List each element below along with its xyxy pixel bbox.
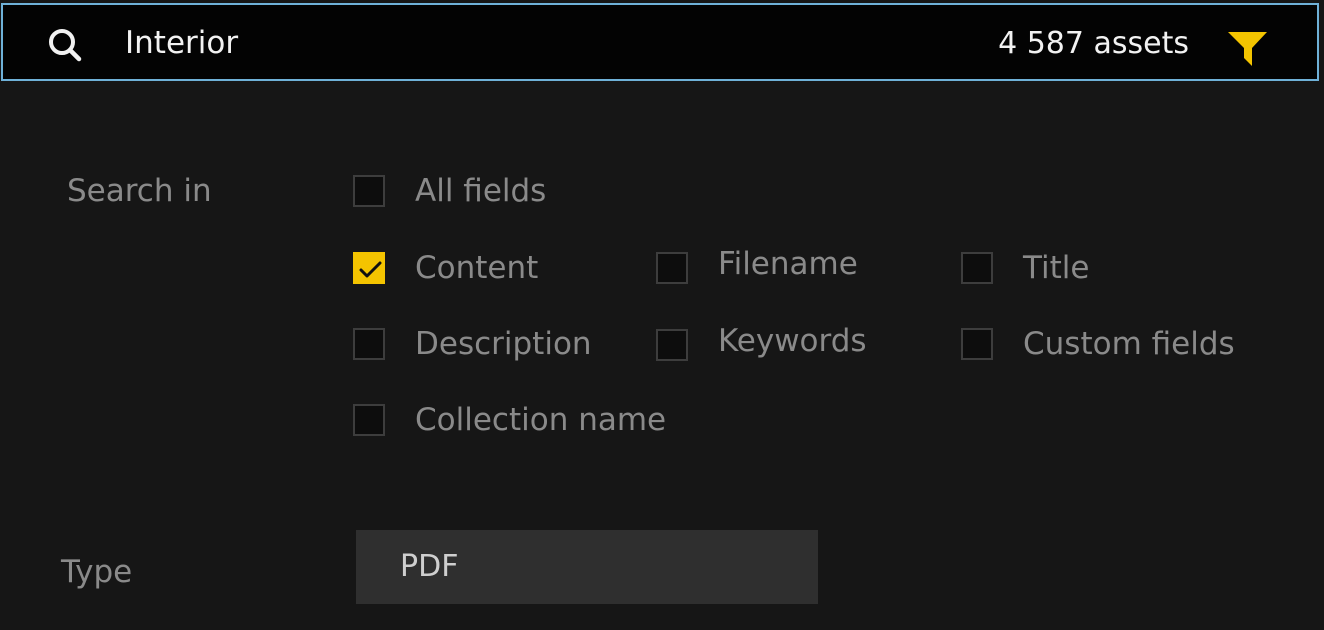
option-label: Keywords — [718, 323, 867, 359]
type-select[interactable]: PDF — [356, 530, 818, 604]
content-checkbox[interactable] — [353, 252, 385, 284]
option-filename[interactable]: Filename — [656, 244, 858, 284]
option-keywords[interactable]: Keywords — [656, 321, 867, 361]
option-title[interactable]: Title — [961, 248, 1089, 288]
keywords-checkbox[interactable] — [656, 329, 688, 361]
type-label: Type — [61, 554, 133, 590]
option-content[interactable]: Content — [353, 248, 538, 288]
option-description[interactable]: Description — [353, 324, 592, 364]
search-in-label: Search in — [67, 173, 212, 209]
option-collection-name[interactable]: Collection name — [353, 400, 666, 440]
title-checkbox[interactable] — [961, 252, 993, 284]
asset-count: 4 587 assets — [998, 26, 1189, 61]
option-label: Title — [1023, 250, 1090, 286]
description-checkbox[interactable] — [353, 328, 385, 360]
option-label: Filename — [718, 246, 858, 282]
option-all-fields[interactable]: All fields — [353, 171, 546, 211]
option-label: Content — [415, 250, 539, 286]
search-input[interactable] — [125, 18, 685, 68]
option-custom-fields[interactable]: Custom fields — [961, 324, 1235, 364]
option-label: Description — [415, 326, 592, 362]
option-label: All fields — [415, 173, 547, 209]
option-label: Collection name — [415, 402, 667, 438]
search-icon[interactable] — [47, 27, 83, 63]
option-label: Custom fields — [1023, 326, 1235, 362]
all-fields-checkbox[interactable] — [353, 175, 385, 207]
custom-fields-checkbox[interactable] — [961, 328, 993, 360]
search-bar: 4 587 assets — [1, 3, 1319, 81]
collection-name-checkbox[interactable] — [353, 404, 385, 436]
filename-checkbox[interactable] — [656, 252, 688, 284]
check-icon — [359, 261, 382, 278]
filter-icon[interactable] — [1225, 24, 1271, 68]
